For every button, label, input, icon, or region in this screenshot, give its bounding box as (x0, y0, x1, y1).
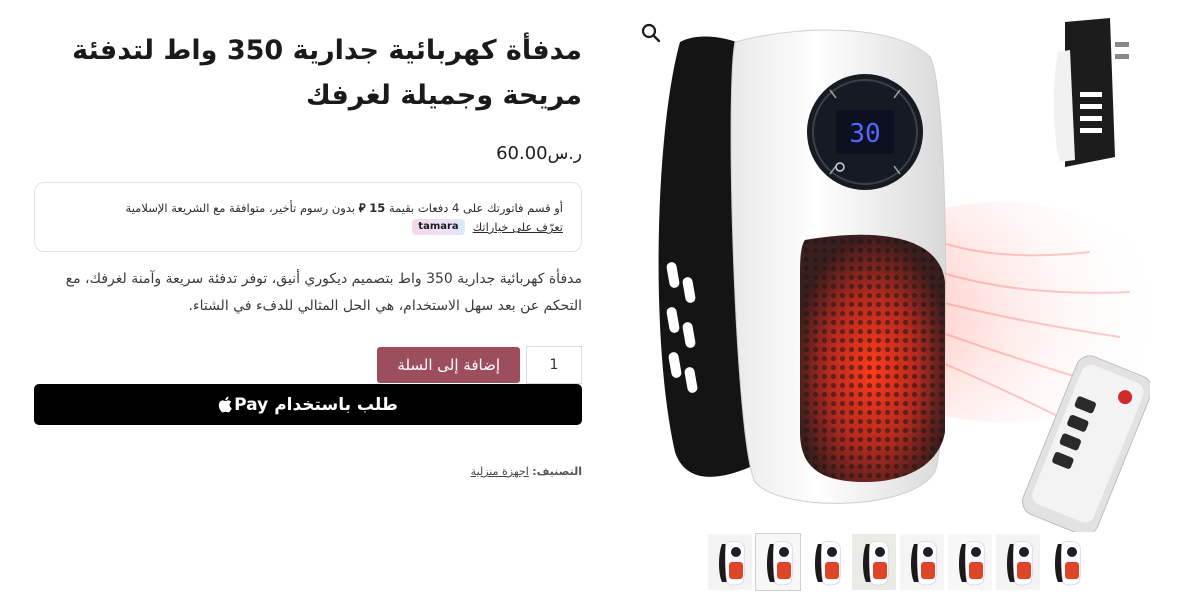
product-title: مدفأة كهربائية جدارية 350 واط لتدفئة مري… (72, 35, 582, 111)
apple-logo-icon (218, 396, 232, 413)
product-price: ر.س60.00 (34, 140, 582, 168)
zoom-button[interactable] (640, 22, 662, 44)
thumbnail-heater-image (959, 541, 985, 586)
thumbnail-heater-image (911, 541, 937, 586)
gallery-thumbnails (708, 533, 1088, 592)
add-to-cart-form: إضافة إلى السلة (34, 346, 582, 384)
thumbnail-heater-image (1055, 541, 1081, 586)
riyal-symbol-icon: ⃁ (358, 201, 366, 215)
gallery-thumbnail[interactable] (804, 534, 848, 590)
tamara-logo: tamara (412, 219, 465, 235)
gallery-thumbnail[interactable] (948, 534, 992, 590)
tamara-suffix: بدون رسوم تأخير، متوافقة مع الشريعة الإس… (125, 201, 356, 215)
heater-illustration: 30 (658, 18, 1150, 532)
quantity-input[interactable] (526, 346, 582, 384)
tamara-installments-widget: أو قسم فاتورتك على 4 دفعات بقيمة 15 ⃁ بد… (34, 182, 582, 252)
price-value: 60.00 (496, 143, 548, 164)
thumbnail-heater-image (815, 541, 841, 586)
gallery-thumbnail[interactable] (996, 534, 1040, 590)
apple-pay-button[interactable]: طلب باستخدام Pay (34, 384, 582, 425)
apple-pay-label: طلب باستخدام (274, 394, 398, 415)
heater-side-view-thumbnail (1053, 18, 1129, 167)
thumbnail-heater-image (719, 541, 745, 586)
gallery-thumbnail[interactable] (900, 534, 944, 590)
add-to-cart-button[interactable]: إضافة إلى السلة (377, 347, 520, 383)
gallery-thumbnail[interactable] (708, 534, 752, 590)
category-label: التصنيف: (532, 465, 582, 478)
temperature-display: 30 (849, 119, 880, 149)
gallery-thumbnail[interactable] (852, 534, 896, 590)
thumbnail-heater-image (767, 541, 793, 586)
thumbnail-heater-image (863, 541, 889, 586)
gallery-thumbnail[interactable] (1044, 534, 1088, 590)
price-currency: ر.س (547, 144, 582, 164)
gallery-thumbnail[interactable] (755, 533, 801, 591)
tamara-row: تعرّف على خياراتك tamara (53, 219, 563, 235)
product-short-description: مدفأة كهربائية جدارية 350 واط بتصميم ديك… (65, 271, 582, 314)
search-icon (641, 23, 661, 43)
tamara-text: أو قسم فاتورتك على 4 دفعات بقيمة 15 ⃁ بد… (53, 198, 563, 218)
product-gallery: 30 (630, 0, 1160, 600)
apple-pay-brand: Pay (234, 394, 269, 415)
category-link[interactable]: اجهزة منزلية (471, 465, 529, 478)
main-product-image[interactable]: 30 (640, 12, 1150, 532)
tamara-learn-more-link[interactable]: تعرّف على خياراتك (473, 220, 563, 234)
tamara-amount: 15 (369, 201, 386, 215)
product-meta: التصنيف: اجهزة منزلية (34, 465, 582, 478)
thumbnail-heater-image (1007, 541, 1033, 586)
tamara-prefix: أو قسم فاتورتك على 4 دفعات بقيمة (388, 201, 563, 215)
apple-pay-mark: Pay (218, 395, 268, 415)
product-summary: مدفأة كهربائية جدارية 350 واط لتدفئة مري… (34, 28, 582, 478)
